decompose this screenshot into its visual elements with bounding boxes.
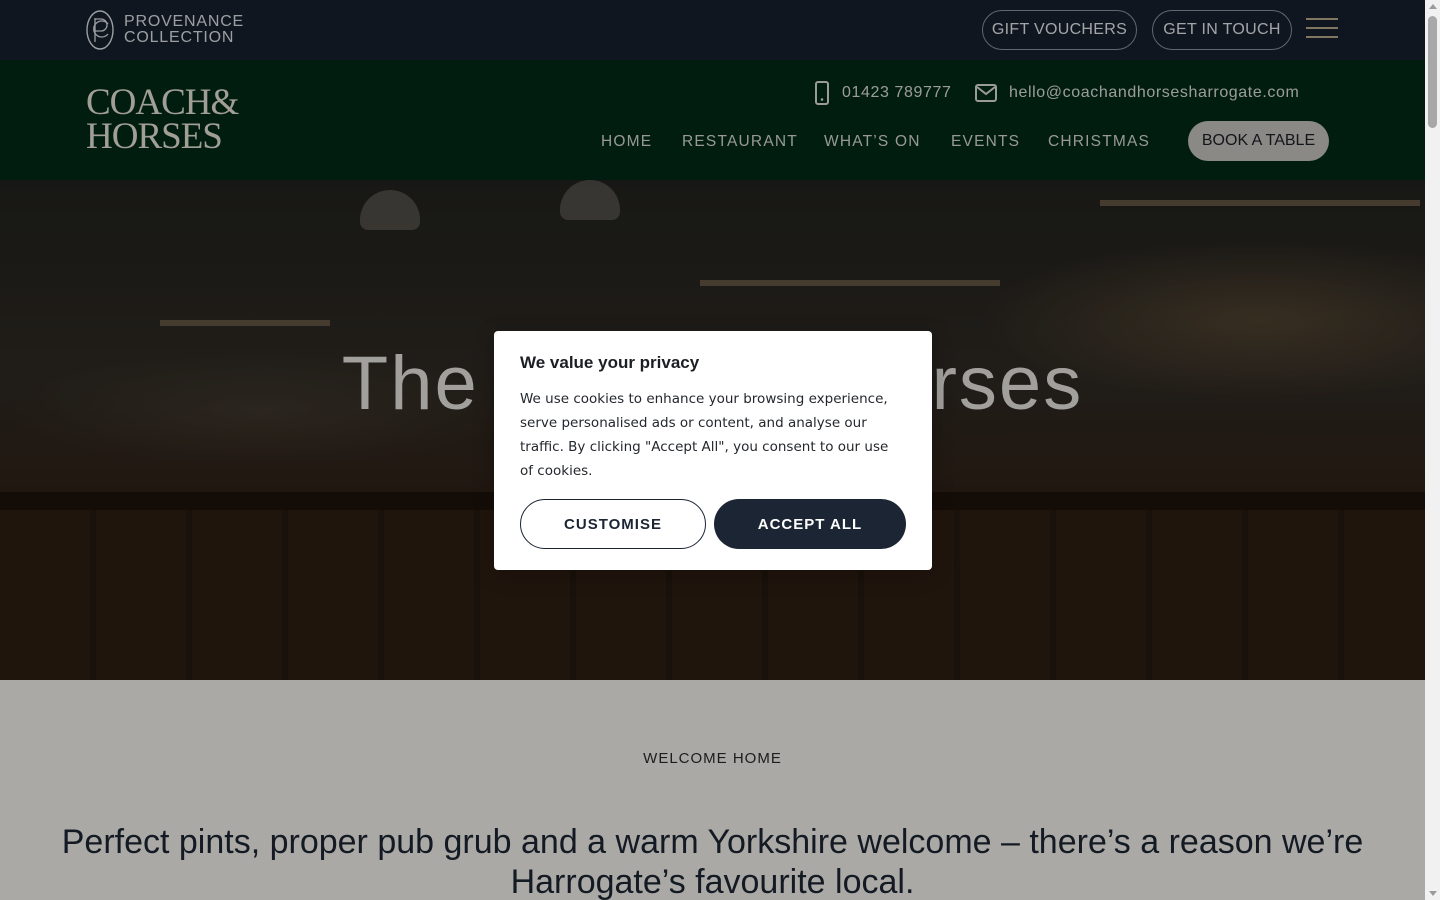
cookie-consent-dialog: We value your privacy We use cookies to …	[494, 331, 932, 570]
cookie-body: We use cookies to enhance your browsing …	[520, 391, 889, 479]
accept-all-button[interactable]: ACCEPT ALL	[714, 499, 906, 549]
scroll-up-arrow-icon[interactable]	[1429, 4, 1437, 9]
cookie-title: We value your privacy	[520, 353, 700, 372]
scrollbar-thumb[interactable]	[1428, 16, 1437, 128]
customise-button[interactable]: CUSTOMISE	[520, 499, 706, 549]
scroll-down-arrow-icon[interactable]	[1429, 891, 1437, 896]
page-scrollbar[interactable]	[1425, 0, 1440, 900]
